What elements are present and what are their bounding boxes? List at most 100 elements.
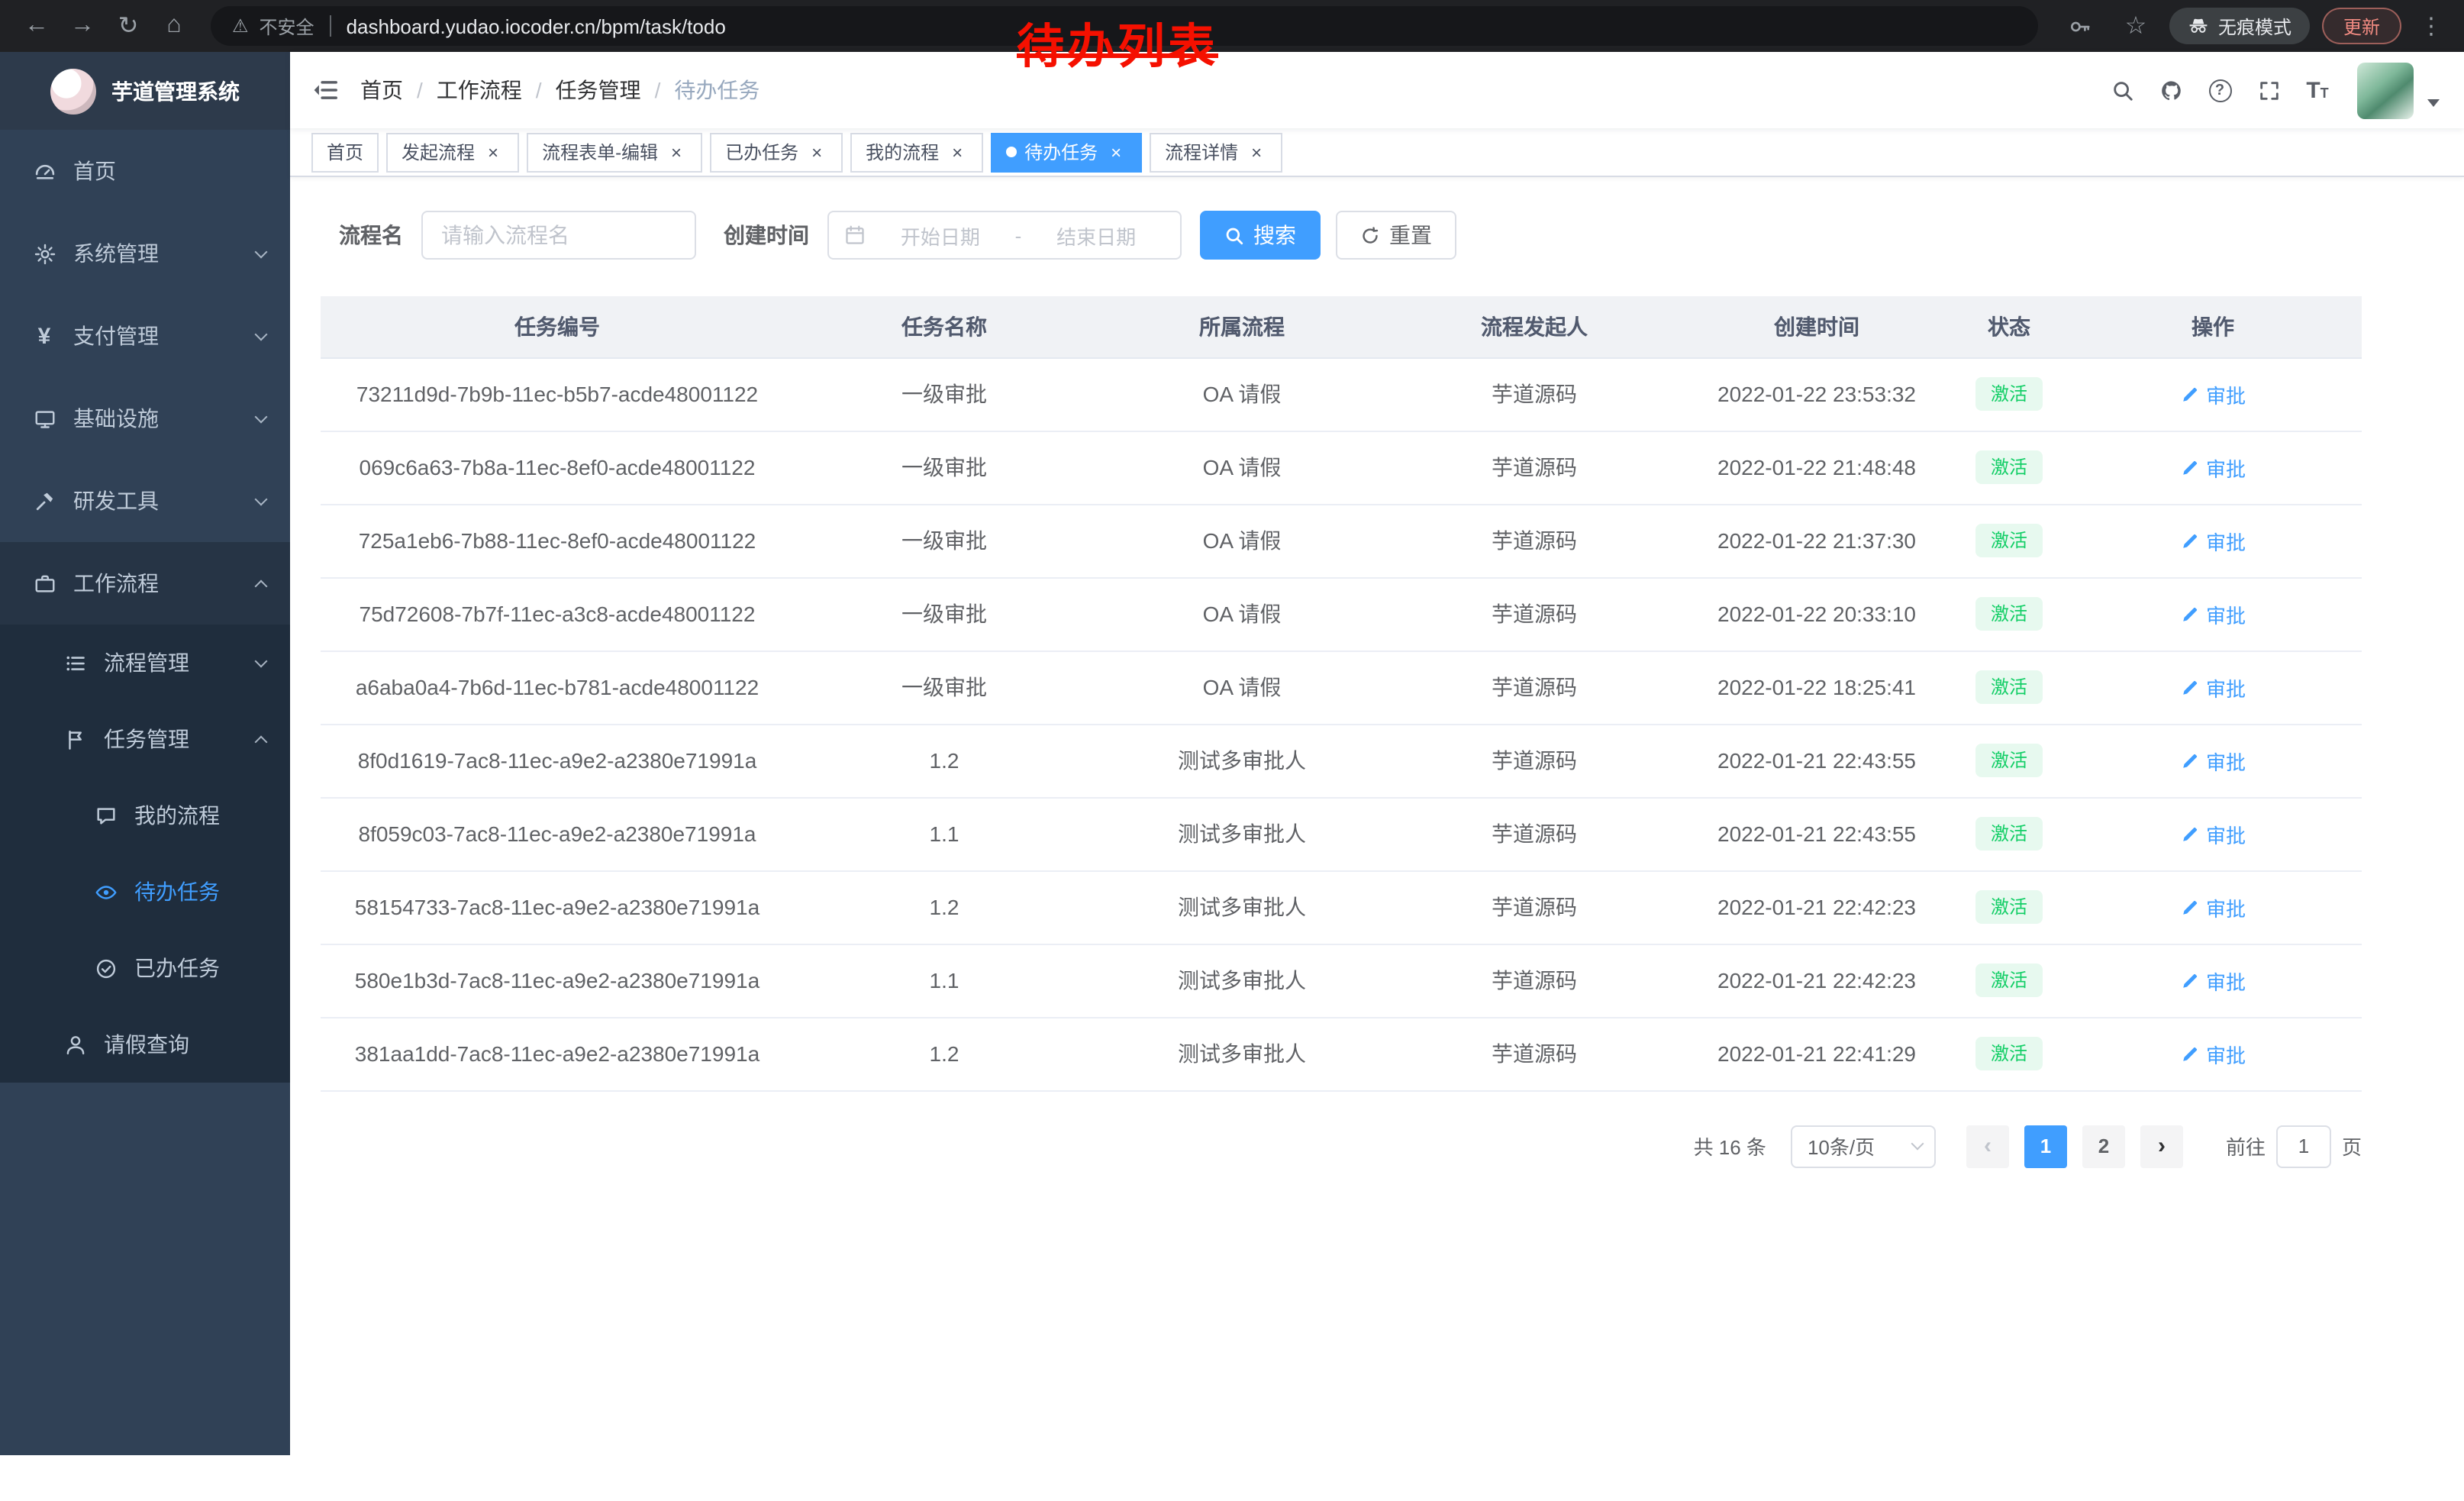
- approve-link[interactable]: 审批: [2180, 893, 2246, 922]
- created-cell: 2022-01-22 18:25:41: [1679, 650, 1954, 724]
- close-icon[interactable]: ×: [482, 141, 504, 163]
- browser-menu-icon[interactable]: ⋮: [2414, 12, 2449, 40]
- edit-icon: [2180, 1044, 2200, 1064]
- approve-link[interactable]: 审批: [2180, 453, 2246, 482]
- approve-link[interactable]: 审批: [2180, 1039, 2246, 1068]
- tags-view: 首页 发起流程× 流程表单-编辑× 已办任务× 我的流程× 待办任务×: [290, 128, 2464, 177]
- sidebar-item-workflow[interactable]: 工作流程: [0, 542, 290, 625]
- created-cell: 2022-01-21 22:43:55: [1679, 797, 1954, 870]
- url-text: dashboard.yudao.iocoder.cn/bpm/task/todo: [347, 15, 726, 37]
- forward-icon[interactable]: →: [61, 5, 104, 47]
- sidebar-collapse-icon[interactable]: [311, 76, 339, 104]
- edit-icon: [2180, 531, 2200, 550]
- status-cell: 激活: [1954, 357, 2064, 431]
- back-icon[interactable]: ←: [15, 5, 58, 47]
- goto-page-input[interactable]: [2276, 1125, 2331, 1167]
- date-range-picker[interactable]: 开始日期 - 结束日期: [827, 211, 1182, 260]
- page-button-1[interactable]: 1: [2024, 1125, 2067, 1167]
- omnibox-divider: [330, 15, 331, 37]
- sidebar-item-payment[interactable]: ¥ 支付管理: [0, 295, 290, 377]
- key-icon[interactable]: [2059, 5, 2102, 47]
- bookmark-star-icon[interactable]: ☆: [2114, 5, 2157, 47]
- gear-icon: [31, 242, 58, 265]
- page-button-2[interactable]: 2: [2082, 1125, 2125, 1167]
- close-icon[interactable]: ×: [806, 141, 827, 163]
- next-page-button[interactable]: ›: [2140, 1125, 2183, 1167]
- tab-my-process[interactable]: 我的流程×: [850, 132, 983, 172]
- task-id-cell: a6aba0a4-7b6d-11ec-b781-acde48001122: [321, 650, 794, 724]
- initiator-cell: 芋道源码: [1389, 650, 1679, 724]
- sidebar-item-my-process[interactable]: 我的流程: [0, 777, 290, 854]
- sidebar-item-infra[interactable]: 基础设施: [0, 377, 290, 460]
- calendar-icon: [844, 224, 866, 246]
- status-badge: 激活: [1975, 964, 2043, 997]
- tab-process-detail[interactable]: 流程详情×: [1150, 132, 1282, 172]
- table-row: 8f0d1619-7ac8-11ec-a9e2-a2380e71991a 1.2…: [321, 724, 2362, 797]
- fullscreen-icon[interactable]: [2247, 69, 2290, 111]
- close-icon[interactable]: ×: [1105, 141, 1127, 163]
- sidebar-item-leave-query[interactable]: 请假查询: [0, 1006, 290, 1083]
- github-icon[interactable]: [2150, 69, 2192, 111]
- sidebar-item-task-mgmt[interactable]: 任务管理: [0, 701, 290, 777]
- task-id-cell: 725a1eb6-7b88-11ec-8ef0-acde48001122: [321, 504, 794, 577]
- page-size-select[interactable]: 10条/页: [1791, 1125, 1936, 1167]
- breadcrumb-home[interactable]: 首页: [360, 75, 403, 105]
- sidebar-item-devtools[interactable]: 研发工具: [0, 460, 290, 542]
- goto-label: 前往: [2226, 1131, 2266, 1160]
- approve-link[interactable]: 审批: [2180, 379, 2246, 408]
- sidebar-item-home[interactable]: 首页: [0, 130, 290, 212]
- breadcrumb-task-mgmt[interactable]: 任务管理: [556, 75, 641, 105]
- screen: ← → ↻ ⌂ ⚠ 不安全 dashboard.yudao.iocoder.cn…: [0, 0, 2464, 1501]
- status-badge: 激活: [1975, 817, 2043, 851]
- help-icon[interactable]: ?: [2198, 69, 2241, 111]
- approve-link[interactable]: 审批: [2180, 599, 2246, 628]
- tab-home[interactable]: 首页: [311, 132, 379, 172]
- process-name-input[interactable]: [421, 211, 696, 260]
- reset-button[interactable]: 重置: [1336, 211, 1456, 260]
- avatar[interactable]: [2357, 62, 2414, 118]
- briefcase-icon: [31, 572, 58, 595]
- close-icon[interactable]: ×: [1246, 141, 1267, 163]
- approve-link[interactable]: 审批: [2180, 673, 2246, 702]
- approve-link[interactable]: 审批: [2180, 966, 2246, 995]
- chevron-down-icon[interactable]: [2427, 98, 2440, 106]
- sidebar-item-process-mgmt[interactable]: 流程管理: [0, 625, 290, 701]
- approve-link[interactable]: 审批: [2180, 526, 2246, 555]
- tab-start-process[interactable]: 发起流程×: [386, 132, 519, 172]
- sidebar-item-done-tasks[interactable]: 已办任务: [0, 930, 290, 1006]
- task-id-cell: 381aa1dd-7ac8-11ec-a9e2-a2380e71991a: [321, 1017, 794, 1090]
- close-icon[interactable]: ×: [666, 141, 687, 163]
- initiator-cell: 芋道源码: [1389, 944, 1679, 1017]
- task-name-cell: 一级审批: [794, 431, 1095, 504]
- search-icon[interactable]: [2101, 69, 2143, 111]
- tab-done-tasks[interactable]: 已办任务×: [710, 132, 843, 172]
- approve-link[interactable]: 审批: [2180, 746, 2246, 775]
- created-cell: 2022-01-22 20:33:10: [1679, 577, 1954, 650]
- created-cell: 2022-01-21 22:43:55: [1679, 724, 1954, 797]
- font-size-icon[interactable]: TT: [2296, 69, 2339, 111]
- initiator-cell: 芋道源码: [1389, 724, 1679, 797]
- navbar: 首页 / 工作流程 / 任务管理 / 待办任务 ?: [290, 52, 2464, 128]
- app-logo-row[interactable]: 芋道管理系统: [0, 52, 290, 130]
- update-button[interactable]: 更新: [2322, 8, 2401, 44]
- table-row: a6aba0a4-7b6d-11ec-b781-acde48001122 一级审…: [321, 650, 2362, 724]
- end-date-placeholder: 结束日期: [1027, 221, 1165, 250]
- breadcrumb-workflow[interactable]: 工作流程: [437, 75, 522, 105]
- search-button[interactable]: 搜索: [1200, 211, 1321, 260]
- person-icon: [61, 1033, 89, 1056]
- sidebar-item-todo-tasks[interactable]: 待办任务: [0, 854, 290, 930]
- navbar-right: ? TT: [2101, 62, 2443, 118]
- tab-form-edit[interactable]: 流程表单-编辑×: [527, 132, 702, 172]
- reload-icon[interactable]: ↻: [107, 5, 150, 47]
- edit-icon: [2180, 384, 2200, 404]
- close-icon[interactable]: ×: [947, 141, 968, 163]
- sidebar-item-system[interactable]: 系统管理: [0, 212, 290, 295]
- home-icon[interactable]: ⌂: [153, 5, 195, 47]
- action-cell: 审批: [2064, 504, 2362, 577]
- initiator-cell: 芋道源码: [1389, 504, 1679, 577]
- prev-page-button[interactable]: ‹: [1966, 1125, 2009, 1167]
- approve-link[interactable]: 审批: [2180, 819, 2246, 848]
- action-cell: 审批: [2064, 577, 2362, 650]
- col-created: 创建时间: [1679, 296, 1954, 357]
- tab-todo-tasks[interactable]: 待办任务×: [991, 132, 1142, 172]
